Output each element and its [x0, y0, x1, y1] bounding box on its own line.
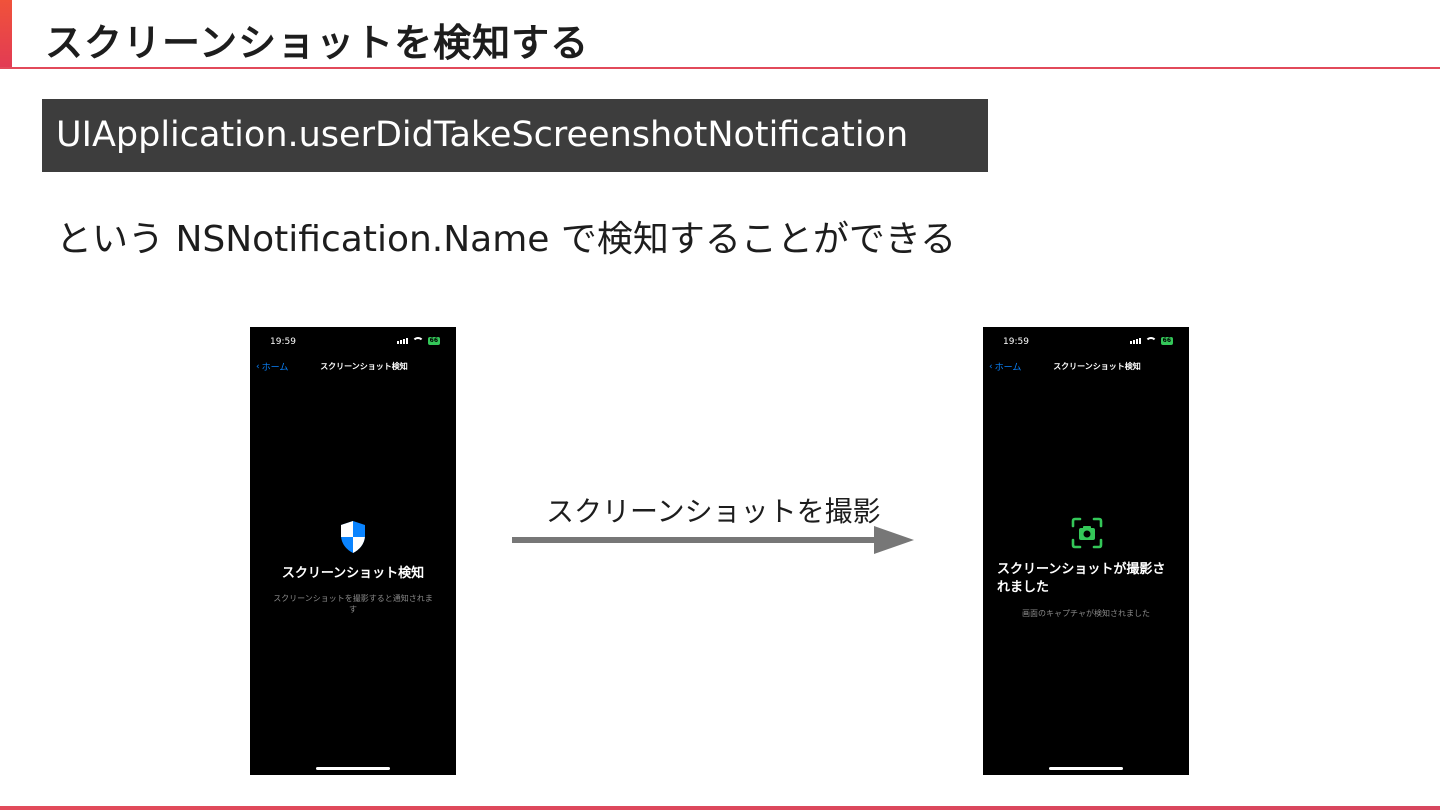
sub-text: スクリーンショットを撮影すると通知されます — [273, 594, 433, 614]
status-icons: 66 — [1129, 337, 1173, 345]
battery-icon: 66 — [1160, 337, 1173, 345]
description-text: という NSNotification.Name で検知することができる — [56, 219, 957, 260]
status-time: 19:59 — [270, 337, 296, 347]
title-accent-bar — [0, 0, 12, 68]
page-title: スクリーンショットを検知する — [45, 21, 590, 65]
sub-text: 画面のキャプチャが検知されました — [1022, 609, 1150, 618]
main-title: スクリーンショットが撮影されました — [997, 562, 1166, 595]
status-time: 19:59 — [1003, 337, 1029, 347]
phone-screenshot-after: 19:59 66 ‹ ホーム スクリーンショット検知 スクリーンショットが撮影さ… — [983, 327, 1189, 775]
status-icons: 66 — [396, 337, 440, 345]
wifi-icon — [1144, 337, 1157, 345]
nav-title: スクリーンショット検知 — [1053, 362, 1141, 371]
shield-icon — [341, 521, 365, 553]
title-divider — [0, 67, 1440, 69]
bottom-accent-bar — [0, 806, 1440, 810]
wifi-icon — [411, 337, 424, 345]
home-indicator[interactable] — [316, 767, 390, 770]
nav-title: スクリーンショット検知 — [320, 362, 408, 371]
api-name-box: UIApplication.userDidTakeScreenshotNotif… — [42, 99, 988, 172]
camera-viewfinder-icon — [1071, 517, 1103, 549]
signal-icon — [396, 338, 408, 344]
battery-icon: 66 — [427, 337, 440, 345]
arrow-right-icon — [512, 526, 914, 554]
phone-screenshot-before: 19:59 66 ‹ ホーム スクリーンショット検知 スクリーンショット検知 ス… — [250, 327, 456, 775]
signal-icon — [1129, 338, 1141, 344]
home-indicator[interactable] — [1049, 767, 1123, 770]
main-title: スクリーンショット検知 — [281, 566, 425, 581]
